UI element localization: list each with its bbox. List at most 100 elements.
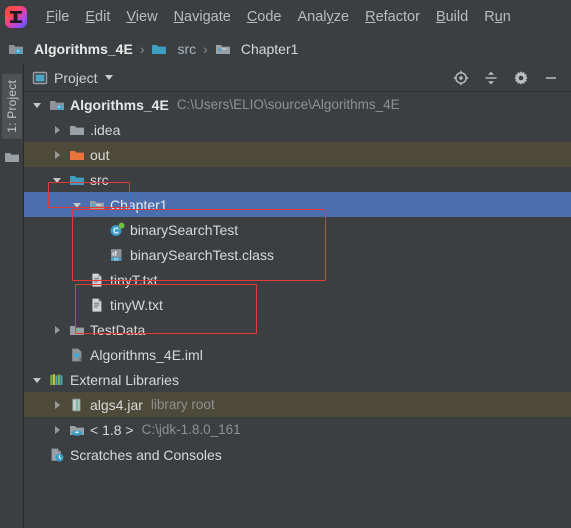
menu-items-container: File Edit View Navigate Code Analyze Refactor B… <box>39 6 518 28</box>
tree-row-label: Algorithms_4E.iml <box>90 346 203 363</box>
tree-row-testdata[interactable]: TestData <box>24 317 571 342</box>
menu-item-view[interactable]: View <box>119 6 164 28</box>
intellij-idea-logo-icon <box>5 6 27 28</box>
tree-row-idea[interactable]: .idea <box>24 117 571 142</box>
source-folder-icon <box>152 45 167 54</box>
tree-row-external-libraries[interactable]: External Libraries <box>24 367 571 392</box>
breadcrumb-label: Algorithms_4E <box>34 41 133 57</box>
tree-row-label: .idea <box>90 121 121 138</box>
project-panel-actions <box>453 70 565 86</box>
tree-row-sublabel: library root <box>150 397 215 412</box>
tree-row-chapter1[interactable]: Chapter1 <box>24 192 571 217</box>
tree-row-label: Algorithms_4E <box>70 96 169 113</box>
tree-row-label: Scratches and Consoles <box>70 446 222 463</box>
expand-arrow-down-icon[interactable] <box>72 199 84 211</box>
intellij-idea-window: File Edit View Navigate Code Analyze Refactor B… <box>0 0 571 528</box>
text-file-icon <box>92 298 102 312</box>
expand-arrow-right-icon[interactable] <box>52 324 64 336</box>
expand-arrow-down-icon[interactable] <box>32 374 44 386</box>
tree-row-label: tinyT.txt <box>110 271 158 288</box>
locate-icon[interactable] <box>453 70 469 86</box>
folder-orange-icon <box>70 150 84 160</box>
menu-item-build[interactable]: Build <box>429 6 475 28</box>
menu-item-analyze[interactable]: Analyze <box>291 6 357 28</box>
tree-row-sublabel: C:\jdk-1.8.0_161 <box>141 422 241 437</box>
breadcrumb-separator: › <box>139 41 145 57</box>
tree-row-algorithms-4e-iml[interactable]: Algorithms_4E.iml <box>24 342 571 367</box>
breadcrumb-item-src[interactable]: src <box>151 41 196 57</box>
tree-row-label: src <box>90 171 109 188</box>
expand-arrow-right-icon[interactable] <box>52 424 64 436</box>
menu-item-edit[interactable]: Edit <box>78 6 117 28</box>
project-root-icon <box>50 100 64 110</box>
tree-row-out[interactable]: out <box>24 142 571 167</box>
svg-text:C: C <box>113 226 119 235</box>
expand-arrow-down-icon[interactable] <box>32 99 44 111</box>
package-folder-icon <box>215 45 230 54</box>
project-folder-icon <box>9 45 23 54</box>
breadcrumb-label: src <box>177 41 197 57</box>
project-panel-header: Project <box>24 64 571 92</box>
breadcrumb-item-chapter1[interactable]: Chapter1 <box>215 41 299 57</box>
breadcrumb: Algorithms_4E › src › Chapter1 <box>0 34 571 64</box>
tree-row-label: binarySearchTest.class <box>130 246 274 263</box>
jar-icon <box>72 398 81 411</box>
tree-row-algorithms-4e[interactable]: Algorithms_4E C:\Users\ELIO\source\Algori… <box>24 92 571 117</box>
expand-arrow-down-icon[interactable] <box>52 174 64 186</box>
chevron-down-icon[interactable] <box>104 75 113 80</box>
tree-row-algs4-jar[interactable]: algs4.jar library root <box>24 392 571 417</box>
tree-row-binarysearchtest-class[interactable]: 01 binarySearchTest.class <box>24 242 571 267</box>
menu-item-run[interactable]: Run <box>477 6 518 28</box>
breadcrumb-item-project[interactable]: Algorithms_4E <box>8 41 133 57</box>
java-class-icon: C <box>110 222 125 236</box>
folder-blue-icon <box>70 175 84 185</box>
scratches-icon <box>51 448 64 462</box>
expand-arrow-right-icon[interactable] <box>52 149 64 161</box>
menu-item-code[interactable]: Code <box>240 6 289 28</box>
gear-icon[interactable] <box>513 70 529 86</box>
menu-item-file[interactable]: File <box>39 6 76 28</box>
menu-bar: File Edit View Navigate Code Analyze Refactor B… <box>0 0 571 34</box>
tree-row-label: binarySearchTest <box>130 221 239 238</box>
tree-row-1-8[interactable]: < 1.8 > C:\jdk-1.8.0_161 <box>24 417 571 442</box>
left-tool-strip: 1: Project <box>0 64 24 528</box>
jdk-icon <box>70 425 84 436</box>
tool-window-tab-project[interactable]: 1: Project <box>1 74 22 139</box>
tree-row-label: External Libraries <box>70 371 179 388</box>
tree-row-label: algs4.jar <box>90 396 143 413</box>
libraries-icon <box>50 373 63 385</box>
project-panel-title: Project <box>54 69 98 86</box>
project-tree[interactable]: Algorithms_4E C:\Users\ELIO\source\Algori… <box>24 92 571 528</box>
tree-row-scratches-and-consoles[interactable]: Scratches and Consoles <box>24 442 571 467</box>
text-file-icon <box>92 273 102 287</box>
menu-item-navigate[interactable]: Navigate <box>167 6 238 28</box>
tree-row-label: < 1.8 > <box>90 421 134 438</box>
compiled-class-icon: 01 <box>111 248 122 261</box>
tree-row-binarysearchtest[interactable]: CbinarySearchTest <box>24 217 571 242</box>
expand-arrow-right-icon[interactable] <box>52 124 64 136</box>
menu-item-refactor[interactable]: Refactor <box>358 6 427 28</box>
project-tool-window: Project Algorithms_4E C:\Users\ELIO\sour… <box>24 64 571 528</box>
breadcrumb-label: Chapter1 <box>240 41 299 57</box>
module-file-icon <box>72 348 82 361</box>
tree-row-label: tinyW.txt <box>110 296 163 313</box>
tree-row-label: out <box>90 146 110 163</box>
folder-icon[interactable] <box>4 149 20 165</box>
package-folder-icon <box>90 200 104 210</box>
collapse-all-icon[interactable] <box>483 70 499 86</box>
folder-gray-icon <box>70 125 84 135</box>
minimize-icon[interactable] <box>543 70 559 86</box>
tree-row-src[interactable]: src <box>24 167 571 192</box>
tree-row-tinyt-txt[interactable]: tinyT.txt <box>24 267 571 292</box>
svg-text:01: 01 <box>114 256 119 261</box>
breadcrumb-separator: › <box>203 41 208 57</box>
folder-gray-icon <box>70 325 84 335</box>
expand-arrow-right-icon[interactable] <box>52 399 64 411</box>
tree-row-tinyw-txt[interactable]: tinyW.txt <box>24 292 571 317</box>
